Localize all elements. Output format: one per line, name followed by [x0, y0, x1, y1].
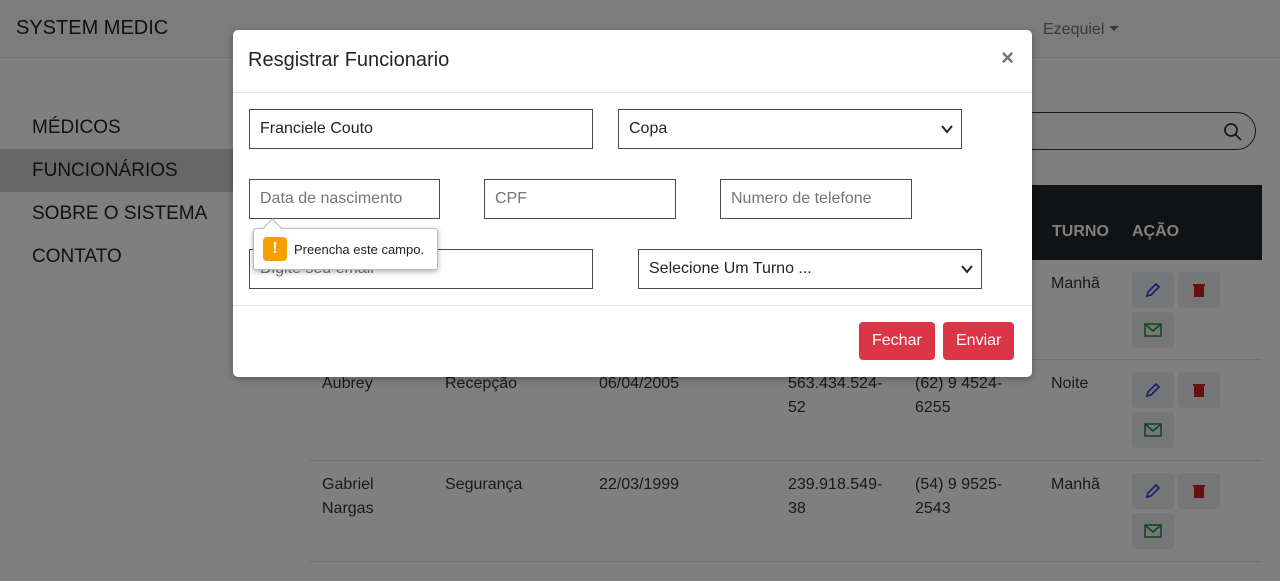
modal-header: Resgistrar Funcionario ×	[233, 30, 1032, 93]
birthdate-field[interactable]: Data de nascimento	[249, 179, 440, 219]
shift-select[interactable]: Selecione Um Turno ...	[638, 249, 982, 289]
register-employee-modal: Resgistrar Funcionario × Franciele Couto…	[233, 30, 1032, 377]
chevron-down-icon	[961, 265, 973, 274]
close-button[interactable]: Fechar	[859, 322, 935, 360]
modal-title: Resgistrar Funcionario	[248, 49, 450, 71]
phone-field[interactable]: Numero de telefone	[720, 179, 912, 219]
send-button[interactable]: Enviar	[943, 322, 1015, 360]
close-icon[interactable]: ×	[1001, 45, 1014, 71]
validation-message: Preencha este campo.	[294, 242, 425, 257]
role-select[interactable]: Copa	[618, 109, 962, 149]
name-field[interactable]: Franciele Couto	[249, 109, 593, 149]
cpf-field[interactable]: CPF	[484, 179, 676, 219]
shift-select-value: Selecione Um Turno ...	[649, 260, 812, 277]
role-select-value: Copa	[629, 120, 668, 137]
modal-footer: Fechar Enviar	[233, 305, 1032, 377]
chevron-down-icon	[941, 125, 953, 134]
validation-tooltip: ! Preencha este campo.	[253, 228, 438, 270]
warning-icon: !	[263, 237, 287, 261]
